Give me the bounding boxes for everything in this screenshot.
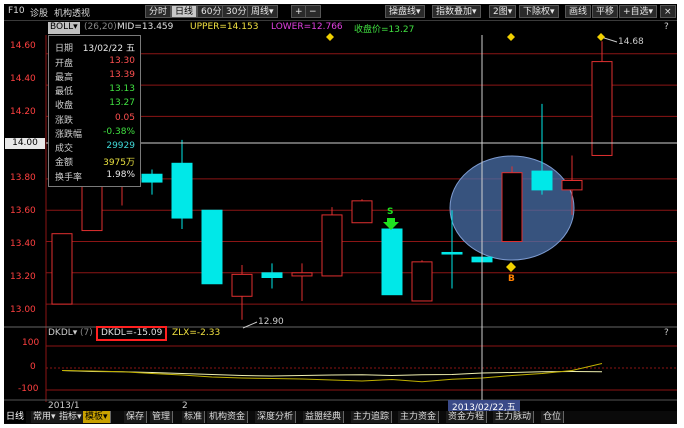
candle-body — [531, 170, 553, 191]
tab-manage[interactable]: 管理 — [150, 411, 174, 423]
bottom-nav: 日线 常用▾ 指标▾ 模板▾ 保存 管理 标准 机构资金 深度分析 益盟经典 主… — [4, 411, 677, 424]
top-marker-icon — [597, 33, 605, 41]
sub-indicator-param: (7) — [80, 328, 93, 338]
sell-arrow-icon — [383, 218, 399, 230]
candle-body — [231, 273, 253, 297]
zlx-value: ZLX=-2.33 — [172, 328, 221, 338]
low-price-label: 12.90 — [258, 317, 284, 327]
date-axis-start: 2013/1 — [48, 401, 80, 411]
tooltip-row-high: 最高 13.39 — [55, 70, 135, 83]
tooltip-row-low: 最低 13.13 — [55, 84, 135, 97]
date-axis-mark: 2 — [182, 401, 188, 411]
sub-indicator-selector[interactable]: DKDL▾ — [48, 328, 77, 340]
tab-save[interactable]: 保存 — [124, 411, 148, 423]
top-marker-icon — [507, 33, 515, 41]
buy-signal-label: B — [508, 274, 515, 284]
sell-signal-label: S — [387, 207, 394, 217]
buy-marker-icon — [506, 262, 516, 272]
top-marker-icon — [326, 33, 334, 41]
ohlc-tooltip: 日期 13/02/22 五 开盘 13.30 最高 13.39 最低 13.13 收盘 1… — [48, 35, 141, 187]
tooltip-row-turnover: 换手率 1.98% — [55, 170, 135, 183]
tooltip-row-amount: 金额 3975万 — [55, 158, 135, 168]
tooltip-row-volume: 成交 29929 — [55, 141, 135, 154]
candle-body — [561, 180, 583, 191]
tooltip-row-change: 涨跌 0.05 — [55, 113, 135, 126]
tab-emoney-classic[interactable]: 益盟经典 — [303, 411, 345, 423]
candle-body — [171, 162, 193, 219]
tab-fund-equation[interactable]: 资金方程 — [446, 411, 488, 423]
tooltip-row-date: 日期 13/02/22 五 — [55, 44, 135, 54]
candle-body — [591, 61, 613, 156]
candle-body — [261, 272, 283, 279]
tab-deep-analysis[interactable]: 深度分析 — [255, 411, 297, 423]
tab-common[interactable]: 常用▾ — [31, 411, 59, 423]
candle-body — [351, 200, 373, 224]
tooltip-row-close: 收盘 13.27 — [55, 98, 135, 111]
tab-template[interactable]: 模板▾ — [83, 411, 111, 423]
candle-body — [201, 209, 223, 285]
candle-body — [411, 261, 433, 302]
tab-position[interactable]: 仓位 — [541, 411, 565, 423]
stock-chart-app: F10 诊股 机构透视 分时 日线 60分 30分 周线▾ + − 操盘线▾ 指… — [4, 4, 677, 424]
tab-institution-funds[interactable]: 机构资金 — [207, 411, 249, 423]
candle-body — [141, 173, 163, 183]
candle-body — [441, 251, 463, 255]
tab-indicator[interactable]: 指标▾ — [57, 411, 85, 423]
tooltip-row-change-pct: 涨跌幅 -0.38% — [55, 127, 135, 140]
candle-body — [291, 272, 313, 277]
sub-axis-tick: -100 — [18, 384, 39, 394]
sub-axis-tick: 0 — [30, 362, 36, 372]
tooltip-row-open: 开盘 13.30 — [55, 56, 135, 69]
candle-body — [51, 233, 73, 305]
dkdl-value: DKDL=-15.09 — [96, 326, 168, 341]
candle-body — [381, 228, 403, 296]
candle-body — [501, 172, 523, 243]
tab-main-funds[interactable]: 主力资金 — [398, 411, 440, 423]
tab-standard[interactable]: 标准 — [182, 411, 206, 423]
period-indicator[interactable]: 日线 — [4, 411, 27, 423]
tab-main-tracking[interactable]: 主力追踪 — [351, 411, 393, 423]
sub-help-icon[interactable]: ? — [664, 328, 669, 340]
sub-axis-tick: 100 — [22, 338, 40, 348]
candle-body — [321, 214, 343, 277]
tab-main-pulse[interactable]: 主力脉动 — [493, 411, 535, 423]
high-price-label: 14.68 — [618, 37, 644, 47]
